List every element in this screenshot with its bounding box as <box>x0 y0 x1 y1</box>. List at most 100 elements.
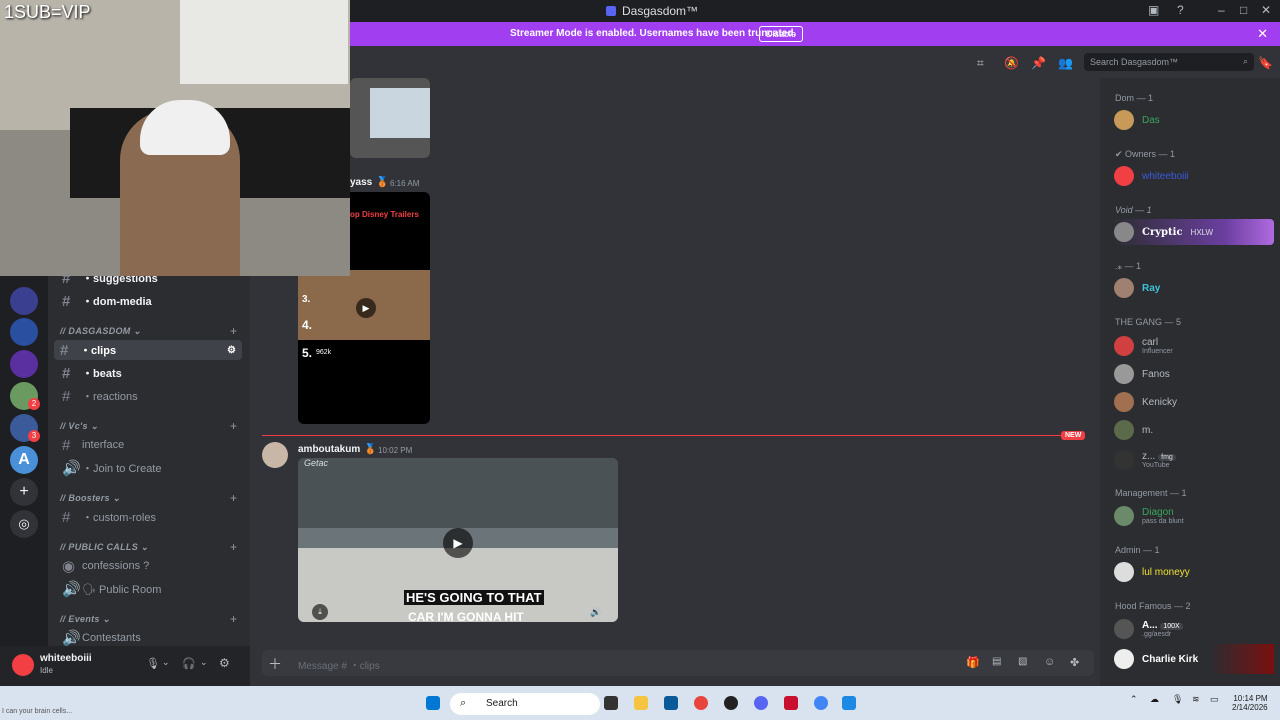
category-boosters[interactable]: // Boosters ⌄ <box>60 493 120 504</box>
member-item[interactable]: Ray <box>1114 276 1160 300</box>
member-item[interactable]: whiteeboiii <box>1114 164 1189 188</box>
member-item[interactable]: carl Influencer <box>1114 334 1173 358</box>
server-icon[interactable]: A <box>10 446 38 474</box>
play-icon[interactable]: ▶ <box>443 528 473 558</box>
member-item[interactable]: Diagon pass da blunt <box>1114 504 1184 528</box>
apps-icon[interactable]: ✤ <box>1070 656 1079 669</box>
wifi-icon[interactable]: ≋ <box>1192 694 1200 705</box>
add-server-icon[interactable]: + <box>10 478 38 506</box>
category-vcs[interactable]: // Vc's ⌄ <box>60 421 98 432</box>
threads-icon[interactable]: ⌗ <box>977 56 984 71</box>
avatar[interactable] <box>262 442 288 468</box>
username[interactable]: whiteeboiii <box>40 653 92 664</box>
member-item[interactable]: Cryptic HXLW <box>1114 220 1213 244</box>
channel-confessions[interactable]: ◉ confessions ? <box>56 556 244 576</box>
settings-icon[interactable]: ⚙ <box>227 345 236 356</box>
battery-icon[interactable]: ▭ <box>1210 694 1219 705</box>
message-input[interactable]: Message # ・clips <box>298 657 380 672</box>
video-embed[interactable]: Getac ▶ HE'S GOING TO THAT CAR I'M GONNA… <box>298 458 618 622</box>
category-events[interactable]: // Events ⌄ <box>60 614 110 625</box>
chevron-down-icon[interactable]: ⌄ <box>200 657 208 668</box>
taskbar-search[interactable]: ⌕ Search <box>450 693 600 715</box>
channel-interface[interactable]: # interface <box>56 435 244 455</box>
volume-icon[interactable]: 🔊 <box>588 604 604 620</box>
discover-icon[interactable]: ◎ <box>10 510 38 538</box>
app-icon[interactable] <box>842 696 856 710</box>
image-attachment[interactable] <box>350 78 430 158</box>
sticker-icon[interactable]: ▧ <box>1018 656 1027 667</box>
user-settings-icon[interactable]: ⚙ <box>219 656 230 670</box>
gif-icon[interactable]: ▤ <box>992 656 1001 667</box>
add-attachment-icon[interactable]: ＋ <box>268 654 282 674</box>
avatar <box>1114 336 1134 356</box>
clock[interactable]: 10:14 PM 2/14/2026 <box>1232 694 1268 712</box>
task-view-icon[interactable] <box>604 696 618 710</box>
create-channel-icon[interactable]: + <box>230 612 237 626</box>
channel-reactions[interactable]: # ・reactions <box>56 386 244 406</box>
emoji-icon[interactable]: ☺ <box>1044 656 1055 668</box>
member-item[interactable]: A... 100X .gg/aesdr <box>1114 617 1183 641</box>
category-dasgasdom[interactable]: // DASGASDOM ⌄ <box>60 326 141 337</box>
pin-icon[interactable]: 📌 <box>1031 56 1046 70</box>
member-item[interactable]: z... fmg YouTube <box>1114 448 1176 472</box>
maximize-icon[interactable]: □ <box>1240 3 1247 17</box>
member-item[interactable]: lul moneyy <box>1114 560 1190 584</box>
adobe-icon[interactable] <box>784 696 798 710</box>
network-icon[interactable]: ☁ <box>1150 694 1159 705</box>
create-channel-icon[interactable]: + <box>230 491 237 505</box>
file-explorer-icon[interactable] <box>634 696 648 710</box>
view-count: 962k <box>316 349 332 356</box>
role-header: ✔ Owners — 1 <box>1115 149 1176 159</box>
webcam-label: 1SUB=VIP <box>4 2 91 22</box>
member-item[interactable]: m. <box>1114 418 1153 442</box>
minimize-icon[interactable]: – <box>1218 3 1225 17</box>
channel-dom-media[interactable]: # ・dom-media <box>56 291 244 311</box>
channel-custom-roles[interactable]: # ・custom-roles <box>56 507 244 527</box>
member-item[interactable]: Fanos <box>1114 362 1170 386</box>
member-item[interactable]: Das <box>1114 108 1160 132</box>
microphone-icon[interactable]: 🎙 <box>146 657 160 670</box>
windows-start-icon[interactable] <box>426 696 440 710</box>
channel-public-room[interactable]: 🔊 🗣 Public Room <box>56 579 244 599</box>
headphones-icon[interactable]: 🎧 <box>182 657 196 670</box>
chrome-icon[interactable] <box>814 696 828 710</box>
channel-beats[interactable]: # ・beats <box>56 363 244 383</box>
server-icon[interactable] <box>10 318 38 346</box>
chevron-up-icon[interactable]: ⌃ <box>1130 694 1138 705</box>
play-icon[interactable]: ▶ <box>356 298 376 318</box>
category-public-calls[interactable]: // PUBLIC CALLS ⌄ <box>60 542 149 553</box>
bookmark-icon[interactable]: 🔖 <box>1258 56 1273 70</box>
discord-icon[interactable] <box>754 696 768 710</box>
role-header: Management — 1 <box>1115 488 1187 498</box>
create-channel-icon[interactable]: + <box>230 324 237 338</box>
member-list-icon[interactable]: 👥 <box>1058 56 1073 70</box>
member-item[interactable]: Charlie Kirk <box>1114 647 1198 671</box>
channel-clips[interactable]: # ・clips ⚙ <box>54 340 242 360</box>
message-author[interactable]: yass <box>350 177 372 188</box>
store-icon[interactable] <box>664 696 678 710</box>
close-banner-icon[interactable]: ✕ <box>1257 26 1268 42</box>
create-channel-icon[interactable]: + <box>230 419 237 433</box>
chrome-icon[interactable] <box>694 696 708 710</box>
chevron-down-icon[interactable]: ⌄ <box>162 657 170 668</box>
microphone-icon[interactable]: 🎙 <box>1172 694 1183 705</box>
server-icon[interactable] <box>10 287 38 315</box>
user-avatar[interactable] <box>12 654 34 676</box>
help-icon[interactable]: ? <box>1177 3 1184 17</box>
notifications-muted-icon[interactable]: 🔕 <box>1004 56 1019 70</box>
close-window-icon[interactable]: ✕ <box>1261 3 1271 17</box>
search-input[interactable]: Search Dasgasdom™ ⌕ <box>1084 53 1254 71</box>
message-composer[interactable]: ＋ Message # ・clips 🎁 ▤ ▧ ☺ ✤ <box>262 650 1094 676</box>
member-item[interactable]: Kenicky <box>1114 390 1177 414</box>
channel-contestants[interactable]: 🔊 Contestants <box>56 628 244 648</box>
disable-button[interactable]: Disable <box>759 26 804 42</box>
server-icon[interactable] <box>10 350 38 378</box>
message-author[interactable]: amboutakum <box>298 444 360 455</box>
create-channel-icon[interactable]: + <box>230 540 237 554</box>
gift-icon[interactable]: 🎁 <box>966 656 980 669</box>
download-icon[interactable]: ⤓ <box>312 604 328 620</box>
webcam-overlay: 1SUB=VIP <box>0 0 350 276</box>
channel-join-to-create[interactable]: 🔊 ・Join to Create <box>56 458 244 478</box>
app-icon[interactable] <box>724 696 738 710</box>
inbox-icon[interactable]: ▣ <box>1148 3 1159 17</box>
